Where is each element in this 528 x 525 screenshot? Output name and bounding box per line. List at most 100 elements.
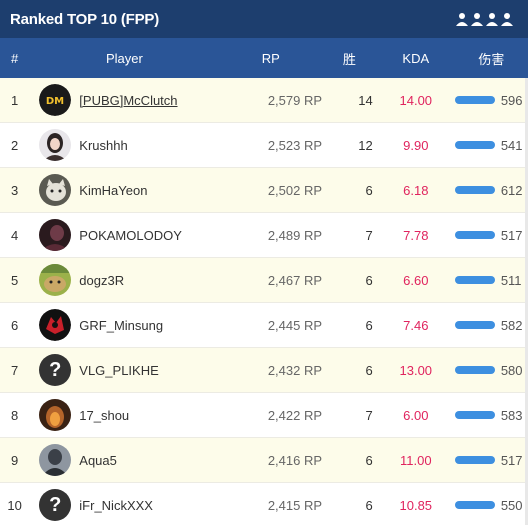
table-header: # Player RP 胜 KDA 伤害: [0, 38, 528, 78]
player-name-link[interactable]: iFr_NickXXX: [79, 498, 153, 513]
rank-cell: 1: [11, 92, 19, 108]
player-cell: Aqua5: [29, 444, 224, 476]
rank-cell: 2: [11, 137, 19, 153]
leaderboard-title: Ranked TOP 10 (FPP): [10, 10, 160, 28]
damage-value: 550: [500, 497, 523, 513]
player-cell: DM [PUBG]McClutch: [29, 84, 224, 116]
damage-cell: 582: [454, 317, 528, 333]
kda-cell: 11.00: [399, 452, 432, 468]
rp-cell: 2,415 RP: [267, 497, 323, 513]
rp-cell: 2,432 RP: [267, 362, 323, 378]
table-row[interactable]: 1 DM [PUBG]McClutch 2,579 RP 14 14.00 596: [0, 78, 528, 123]
player-name-link[interactable]: KimHaYeon: [79, 183, 147, 198]
rank-column-header[interactable]: #: [0, 51, 29, 66]
damage-bar: [454, 456, 495, 464]
player-cell: POKAMOLODOY: [29, 219, 224, 251]
table-row[interactable]: 3 KimHaYeon 2,502 RP 6 6.18 612: [0, 168, 528, 213]
rank-cell: 3: [11, 182, 19, 198]
damage-cell: 583: [454, 407, 528, 423]
rp-cell: 2,523 RP: [267, 137, 323, 153]
squad-icon: [456, 12, 514, 26]
wins-cell: 12: [358, 137, 373, 153]
wins-column-header[interactable]: 胜: [322, 49, 377, 68]
damage-value: 511: [500, 272, 522, 288]
wins-cell: 6: [365, 362, 373, 378]
player-cell: dogz3R: [29, 264, 224, 296]
damage-cell: 541: [454, 137, 528, 153]
player-name-link[interactable]: 17_shou: [79, 408, 129, 423]
leaderboard-rows: 1 DM [PUBG]McClutch 2,579 RP 14 14.00 596 2 Krus…: [0, 78, 528, 525]
kda-cell: 6.60: [403, 272, 429, 288]
player-avatar[interactable]: [39, 174, 72, 206]
damage-cell: 596: [454, 93, 528, 108]
table-row[interactable]: 10? iFr_NickXXX 2,415 RP 6 10.85 550: [0, 483, 528, 525]
player-avatar[interactable]: DM: [39, 84, 72, 116]
kda-cell: 7.78: [403, 227, 429, 243]
player-name-link[interactable]: GRF_Minsung: [79, 318, 163, 333]
player-column-header[interactable]: Player: [29, 51, 219, 66]
table-row[interactable]: 6 GRF_Minsung 2,445 RP 6 7.46 582: [0, 303, 528, 348]
player-cell: ? iFr_NickXXX: [29, 489, 224, 521]
table-row[interactable]: 9 Aqua5 2,416 RP 6 11.00 517: [0, 438, 528, 483]
rp-cell: 2,422 RP: [267, 407, 323, 423]
player-avatar[interactable]: [39, 444, 72, 476]
damage-cell: 517: [454, 228, 528, 243]
damage-bar: [454, 366, 495, 374]
player-name-link[interactable]: VLG_PLIKHE: [79, 363, 159, 378]
damage-cell: 612: [454, 182, 528, 198]
rp-cell: 2,416 RP: [267, 452, 323, 468]
player-cell: GRF_Minsung: [29, 309, 224, 341]
damage-bar: [454, 501, 495, 509]
player-avatar[interactable]: [39, 129, 72, 161]
rank-cell: 8: [11, 407, 19, 423]
damage-bar: [454, 321, 495, 329]
rank-cell: 4: [11, 227, 19, 243]
rp-cell: 2,579 RP: [267, 92, 323, 108]
table-row[interactable]: 4 POKAMOLODOY 2,489 RP 7 7.78 517: [0, 213, 528, 258]
rank-cell: 5: [11, 272, 19, 288]
table-row[interactable]: 7? VLG_PLIKHE 2,432 RP 6 13.00 580: [0, 348, 528, 393]
player-name-link[interactable]: POKAMOLODOY: [79, 228, 182, 243]
svg-text:DM: DM: [46, 96, 64, 107]
table-row[interactable]: 2 Krushhh 2,523 RP 12 9.90 541: [0, 123, 528, 168]
player-name-link[interactable]: [PUBG]McClutch: [79, 93, 177, 108]
damage-bar: [454, 96, 495, 104]
kda-cell: 13.00: [399, 362, 433, 378]
damage-bar: [454, 141, 495, 149]
player-cell: ? VLG_PLIKHE: [29, 354, 224, 386]
kda-column-header[interactable]: KDA: [377, 51, 455, 66]
damage-value: 541: [500, 137, 523, 153]
damage-bar: [454, 186, 495, 194]
kda-cell: 10.85: [399, 497, 433, 513]
kda-cell: 14.00: [399, 92, 433, 108]
kda-cell: 7.46: [403, 317, 429, 333]
question-mark-avatar-icon[interactable]: ?: [39, 489, 72, 521]
wins-cell: 7: [365, 407, 373, 423]
rp-column-header[interactable]: RP: [220, 51, 322, 66]
kda-cell: 6.00: [403, 407, 429, 423]
player-avatar[interactable]: [39, 309, 72, 341]
player-avatar[interactable]: [39, 399, 72, 431]
damage-cell: 511: [454, 272, 528, 288]
player-name-link[interactable]: Aqua5: [79, 453, 117, 468]
player-name-link[interactable]: Krushhh: [79, 138, 127, 153]
rank-cell: 7: [11, 362, 19, 378]
damage-value: 582: [500, 317, 523, 333]
question-mark-avatar-icon[interactable]: ?: [39, 354, 72, 386]
table-row[interactable]: 5 dogz3R 2,467 RP 6 6.60 511: [0, 258, 528, 303]
wins-cell: 6: [365, 452, 373, 468]
player-avatar[interactable]: [39, 264, 72, 296]
rp-cell: 2,445 RP: [267, 317, 323, 333]
wins-cell: 14: [358, 92, 373, 108]
damage-bar: [454, 276, 495, 284]
wins-cell: 7: [365, 227, 373, 243]
title-bar: Ranked TOP 10 (FPP): [0, 0, 528, 38]
kda-cell: 9.90: [403, 137, 429, 153]
player-name-link[interactable]: dogz3R: [79, 273, 124, 288]
player-avatar[interactable]: [39, 219, 72, 251]
player-cell: KimHaYeon: [29, 174, 224, 206]
table-row[interactable]: 8 17_shou 2,422 RP 7 6.00 583: [0, 393, 528, 438]
damage-column-header[interactable]: 伤害: [455, 49, 528, 68]
damage-value: 583: [500, 407, 523, 423]
damage-value: 612: [500, 182, 523, 198]
